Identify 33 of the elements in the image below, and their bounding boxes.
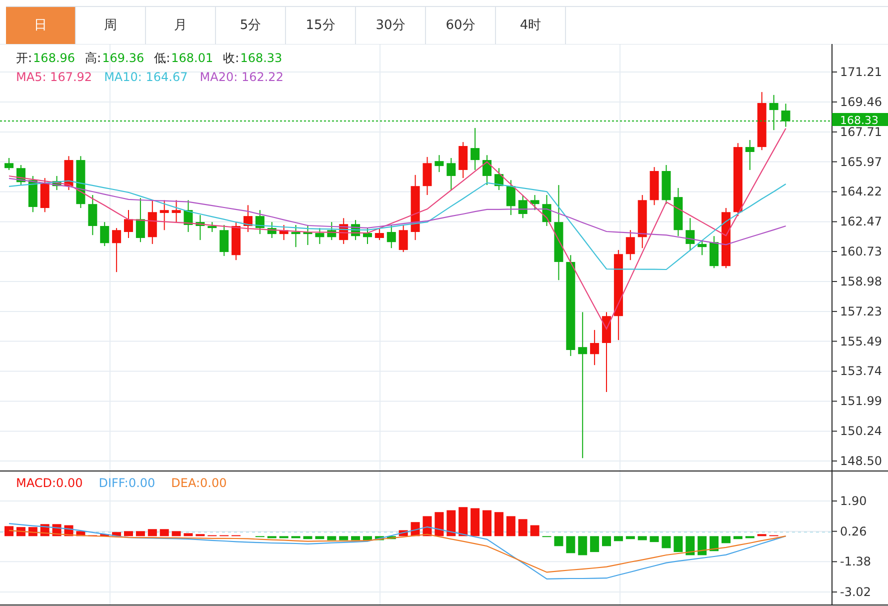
axis-tick-label: -1.38 bbox=[840, 554, 872, 569]
axis-tick-label: -3.02 bbox=[840, 585, 872, 599]
axis-tick-label: 164.22 bbox=[840, 184, 882, 199]
legend-value: MA20: 162.22 bbox=[200, 70, 284, 84]
axis-tick-label: 167.71 bbox=[840, 124, 882, 139]
axis-tick-label: 157.23 bbox=[840, 304, 882, 318]
axis-tick-label: 171.21 bbox=[840, 65, 882, 79]
axis-tick-label: 150.24 bbox=[840, 424, 882, 438]
price-legend-label: 开: bbox=[16, 51, 32, 65]
price-legend-value: 168.01 bbox=[171, 51, 214, 65]
axis-tick-label: 160.73 bbox=[840, 244, 882, 258]
current-price-tag: 168.33 bbox=[832, 113, 888, 127]
legend-value: MA10: 164.67 bbox=[104, 70, 188, 84]
axis-tick-label: 165.97 bbox=[840, 154, 882, 169]
axis-tick-label: 153.74 bbox=[840, 364, 882, 378]
price-legend-value: 168.96 bbox=[33, 51, 76, 65]
legend-value: MA5: 167.92 bbox=[16, 70, 92, 84]
legend-value: MACD:0.00 bbox=[16, 476, 83, 490]
price-legend-value: 168.33 bbox=[240, 51, 282, 65]
axis-tick-label: 169.46 bbox=[840, 94, 882, 109]
axis-tick-label: 148.50 bbox=[840, 454, 882, 468]
axis-tick-label: 158.98 bbox=[840, 274, 882, 288]
price-legend-label: 高: bbox=[85, 51, 102, 65]
axis-tick-label: 155.49 bbox=[840, 334, 882, 348]
legend-value: DEA:0.00 bbox=[171, 476, 227, 490]
price-legend-label: 低: bbox=[154, 51, 170, 65]
axis-tick-label: 1.90 bbox=[840, 494, 867, 508]
legend-value: DIFF:0.00 bbox=[98, 476, 156, 490]
axis-tick-label: 0.26 bbox=[840, 524, 867, 538]
axis-tick-label: 162.47 bbox=[840, 214, 882, 229]
price-legend-value: 169.36 bbox=[102, 51, 144, 65]
price-legend-label: 收: bbox=[223, 51, 240, 65]
axis-tick-label: 151.99 bbox=[840, 394, 882, 408]
